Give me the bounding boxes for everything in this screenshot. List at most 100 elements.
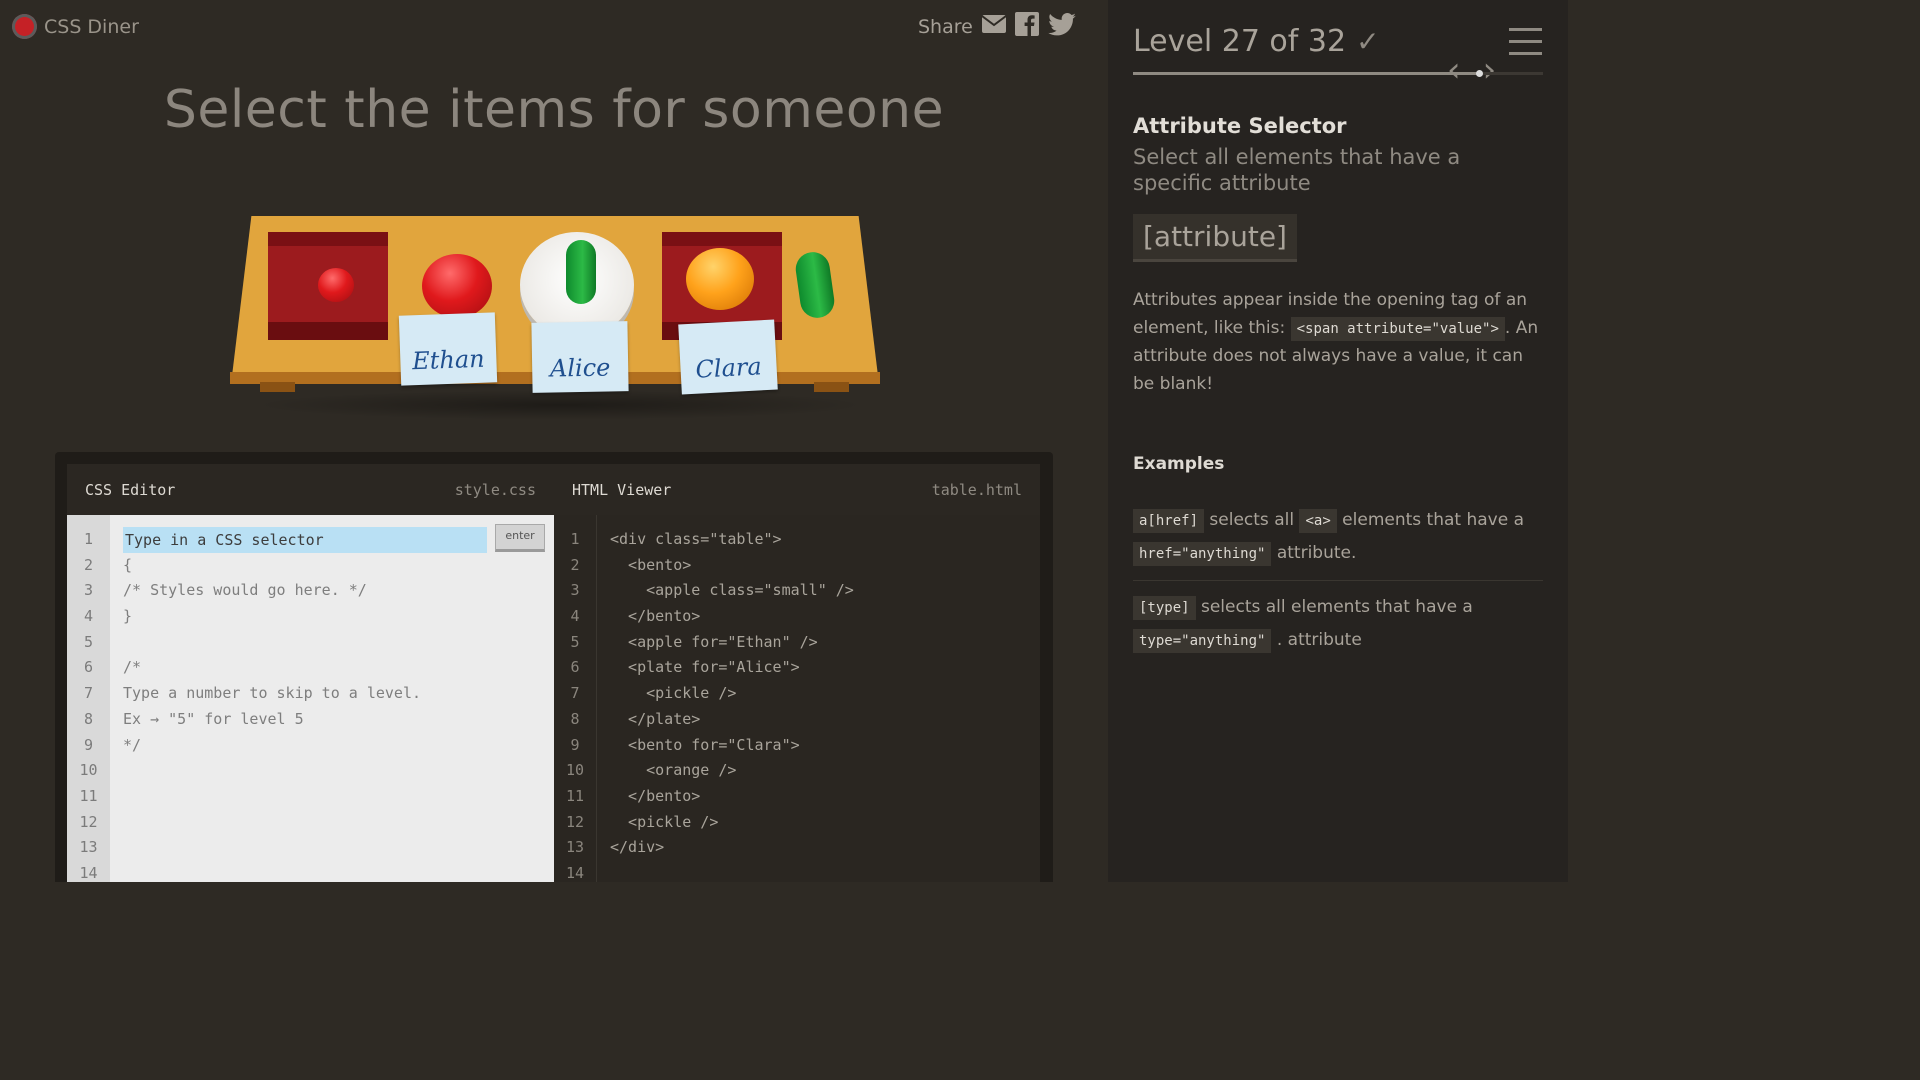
line-number: 9: [83, 735, 94, 754]
code-line: </div>: [610, 838, 665, 857]
example-text: selects all elements that have a: [1200, 597, 1473, 617]
code-line: <bento for="Clara">: [610, 735, 800, 754]
share-bar: Share: [918, 12, 1076, 41]
line-number: 14: [79, 863, 98, 882]
css-editor-filename: style.css: [454, 480, 536, 499]
prev-level-icon[interactable]: ‹: [1447, 50, 1461, 90]
selector-info: Attribute Selector Select all elements t…: [1133, 114, 1543, 262]
example-1: a[href] selects all <a> elements that ha…: [1133, 504, 1543, 570]
name-tag-alice: Alice: [531, 321, 629, 393]
game-panel: CSS Diner Share Select the items for som…: [0, 0, 1108, 882]
table-leg: [260, 382, 295, 392]
examples-section: Examples a[href] selects all <a> element…: [1133, 454, 1543, 657]
css-editor-body: 1 2 3 4 5 6 7 8 9 10 11 12 13 14 {/* Styles would go …: [67, 515, 554, 882]
line-number: 13: [79, 838, 98, 857]
twitter-icon[interactable]: [1048, 12, 1076, 41]
table-scene: Ethan Alice Clara: [220, 210, 890, 420]
html-code-lines: <div class="table"> <bento> <apple class…: [610, 527, 1030, 887]
progress-marker: [1475, 70, 1483, 77]
code-line: Type a number to skip to a level.: [123, 684, 422, 703]
code-line: <plate for="Alice">: [610, 658, 800, 677]
line-number: 5: [83, 632, 94, 651]
html-viewer-title: HTML Viewer: [572, 480, 672, 499]
line-number: 7: [83, 684, 94, 703]
name-tag-clara: Clara: [678, 319, 778, 395]
share-label: Share: [918, 15, 973, 38]
line-number: 4: [83, 607, 94, 626]
app-logo[interactable]: CSS Diner: [12, 14, 139, 39]
selector-explanation: Attributes appear inside the opening tag…: [1133, 286, 1543, 398]
level-sidebar: Level 27 of 32 ✓ ‹ › Attribute Selector …: [1108, 0, 1568, 882]
example-text: . attribute: [1276, 630, 1362, 650]
level-header: Level 27 of 32 ✓ ‹ ›: [1133, 24, 1543, 90]
code-line: /*: [123, 658, 142, 677]
selector-name: Attribute Selector: [1133, 114, 1347, 138]
editor: CSS Editor style.css 1 2 3 4 5 6 7 8 9 10 11 12 13 14…: [55, 452, 1053, 882]
apple-ethan[interactable]: [422, 254, 492, 318]
css-editor-title: CSS Editor: [85, 480, 176, 499]
code-line: </plate>: [610, 709, 701, 728]
line-number: 13: [565, 838, 585, 857]
css-line-numbers: 1 2 3 4 5 6 7 8 9 10 11 12 13 14: [67, 515, 110, 882]
html-viewer-header: HTML Viewer table.html: [554, 464, 1040, 515]
line-number: 12: [565, 812, 585, 831]
mail-icon[interactable]: [981, 15, 1007, 38]
line-number: 1: [570, 530, 580, 548]
name-tag-ethan: Ethan: [398, 312, 498, 386]
code-line: {: [123, 555, 133, 574]
html-viewer-filename: table.html: [931, 480, 1022, 499]
facebook-icon[interactable]: [1014, 12, 1039, 41]
code-line: }: [123, 607, 133, 626]
progress-fill: [1133, 72, 1479, 75]
app-name: CSS Diner: [44, 15, 139, 38]
line-number: 4: [570, 607, 580, 626]
example-text: elements that have a: [1342, 510, 1524, 530]
table-leg: [814, 382, 849, 392]
orange-in-bento[interactable]: [686, 248, 754, 310]
line-number: 1: [83, 530, 94, 548]
css-selector-input[interactable]: [123, 527, 487, 553]
html-line-numbers: 1 2 3 4 5 6 7 8 9 10 11 12 13 14: [554, 515, 597, 882]
line-number: 2: [83, 555, 94, 574]
checkmark-icon: ✓: [1356, 25, 1380, 58]
line-number: 9: [570, 735, 580, 754]
code-line: <pickle />: [610, 812, 719, 831]
level-instruction: Select the items for someone: [163, 80, 945, 140]
example-tag: <a>: [1299, 509, 1337, 533]
level-label: Level 27 of 32: [1133, 24, 1347, 59]
code-line: Ex → "5" for level 5: [123, 709, 304, 728]
enter-button[interactable]: enter: [495, 524, 545, 552]
html-viewer-pane: HTML Viewer table.html 1 2 3 4 5 6 7 8 9 10 11 12 13…: [554, 464, 1040, 882]
code-line: <apple class="small" />: [610, 581, 854, 600]
example-text: selects all: [1209, 510, 1295, 530]
css-editor-pane: CSS Editor style.css 1 2 3 4 5 6 7 8 9 10 11 12 13 14…: [67, 464, 554, 882]
pickle-on-plate[interactable]: [566, 240, 596, 304]
css-code-lines: {/* Styles would go here. */} /* Type a nu…: [123, 527, 544, 887]
small-apple[interactable]: [318, 268, 354, 302]
next-level-icon[interactable]: ›: [1483, 50, 1497, 90]
line-number: 6: [83, 658, 94, 677]
code-line: */: [123, 735, 142, 754]
css-editor-header: CSS Editor style.css: [67, 464, 554, 515]
level-nav: ‹ ›: [1447, 50, 1496, 90]
selector-description: Select all elements that have a specific…: [1133, 145, 1461, 195]
code-line: <orange />: [610, 761, 737, 780]
code-line: </bento>: [610, 607, 701, 626]
examples-title: Examples: [1133, 454, 1225, 474]
line-number: 6: [570, 658, 580, 677]
line-number: 2: [570, 555, 580, 574]
html-viewer-body: 1 2 3 4 5 6 7 8 9 10 11 12 13 14 <div class="table"> …: [554, 515, 1040, 882]
line-number: 5: [570, 632, 580, 651]
line-number: 11: [79, 786, 98, 805]
menu-icon[interactable]: [1509, 28, 1542, 64]
line-number: 10: [79, 761, 98, 780]
selector-syntax: [attribute]: [1133, 214, 1297, 262]
code-line: <apple for="Ethan" />: [610, 632, 818, 651]
level-progress-bar: [1133, 70, 1543, 77]
table-shadow: [250, 390, 870, 420]
line-number: 12: [79, 812, 98, 831]
code-line: <bento>: [610, 555, 692, 574]
